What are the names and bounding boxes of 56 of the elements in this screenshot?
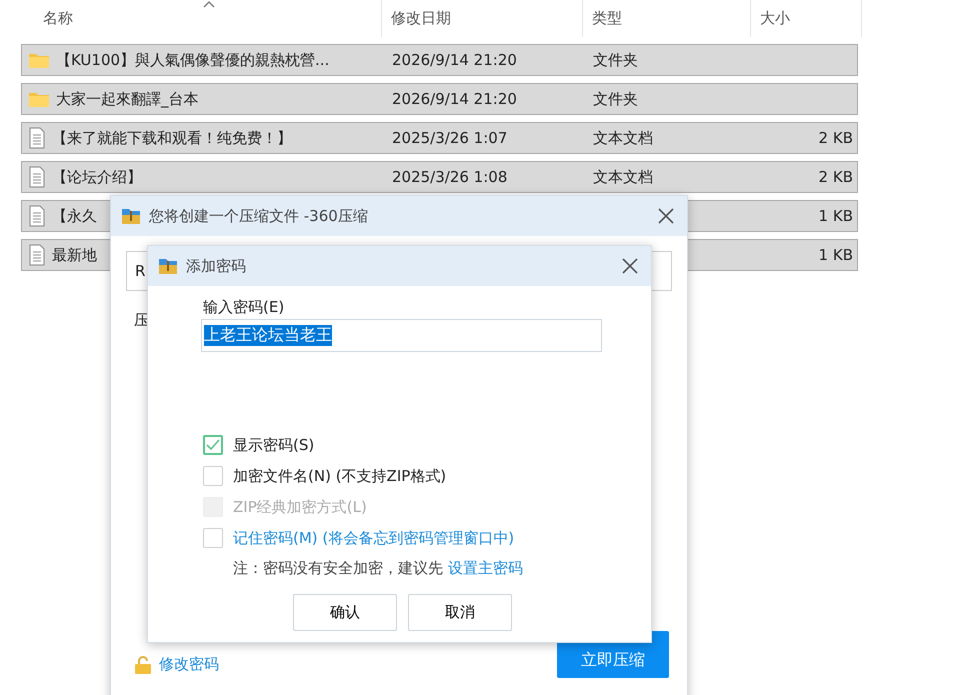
dialog-button[interactable]: 取消 [408,594,512,631]
file-type: 文件夹 [592,50,639,70]
modified-date: 2025/3/26 1:08 [391,168,508,186]
lock-icon [133,654,153,674]
close-icon[interactable] [621,257,639,275]
document-icon [28,166,46,188]
file-type: 文件夹 [592,90,639,108]
file-name: 【论坛介绍】 [52,168,142,186]
file-size: 2 KB [818,168,854,186]
checkbox[interactable] [203,528,223,548]
file-row[interactable]: 【论坛介绍】 2025/3/26 1:08 文本文档 2 KB [21,161,858,193]
modified-date: 2026/9/14 21:20 [391,51,518,69]
document-icon [28,127,46,149]
field-label: 压 [134,311,149,330]
file-type: 文本文档 [592,128,654,148]
dialog-title: 添加密码 [186,256,247,276]
file-name: 大家一起來翻譯_台本 [56,90,198,108]
option-label: 显示密码(S) [233,436,314,454]
master-password-link[interactable]: 设置主密码 [448,559,523,577]
archive-icon [121,207,141,225]
note-text: 注：密码没有安全加密，建议先 [233,559,443,577]
document-icon [28,205,46,227]
check-icon [206,439,220,451]
file-type: 文本文档 [592,168,654,186]
file-name: 【永久 [52,206,97,226]
modified-date: 2026/9/14 21:20 [391,90,518,108]
option-label: 记住密码(M) (将会备忘到密码管理窗口中) [233,528,514,548]
folder-icon [28,90,50,108]
window-title: 您将创建一个压缩文件 -360压缩 [149,206,369,226]
file-row[interactable]: 【KU100】與人氣偶像聲優的親熱枕營... 2026/9/14 21:20 文件夹 [21,44,858,76]
file-size: 1 KB [818,207,854,225]
folder-icon [28,51,50,69]
column-header[interactable]: 名称 [43,9,73,28]
password-field[interactable]: 上老王论坛当老王 [201,319,602,352]
checkbox[interactable] [203,435,223,455]
file-row[interactable]: 【来了就能下载和观看！纯免费！】 2025/3/26 1:07 文本文档 2 KB [21,122,858,154]
archive-icon [158,257,178,275]
file-name: 【KU100】與人氣偶像聲優的親熱枕營... [56,50,330,70]
option-label: ZIP经典加密方式(L) [233,498,367,516]
dialog-button[interactable]: 确认 [293,594,397,631]
document-icon [28,244,46,266]
file-name: 最新地 [52,246,97,264]
column-header[interactable]: 修改日期 [391,9,451,28]
checkbox[interactable] [203,466,223,486]
file-size: 1 KB [818,246,854,264]
password-label: 输入密码(E) [203,298,286,317]
close-icon[interactable] [657,207,675,225]
change-password-link[interactable]: 修改密码 [159,655,219,674]
file-row[interactable]: 大家一起來翻譯_台本 2026/9/14 21:20 文件夹 [21,83,858,115]
column-header[interactable]: 类型 [592,9,622,28]
file-name: 【来了就能下载和观看！纯免费！】 [52,128,292,148]
option-label: 加密文件名(N) (不支持ZIP格式) [233,466,446,486]
file-size: 2 KB [818,129,854,147]
modified-date: 2025/3/26 1:07 [391,129,508,147]
column-header[interactable]: 大小 [760,9,790,28]
sort-icon [203,0,215,8]
